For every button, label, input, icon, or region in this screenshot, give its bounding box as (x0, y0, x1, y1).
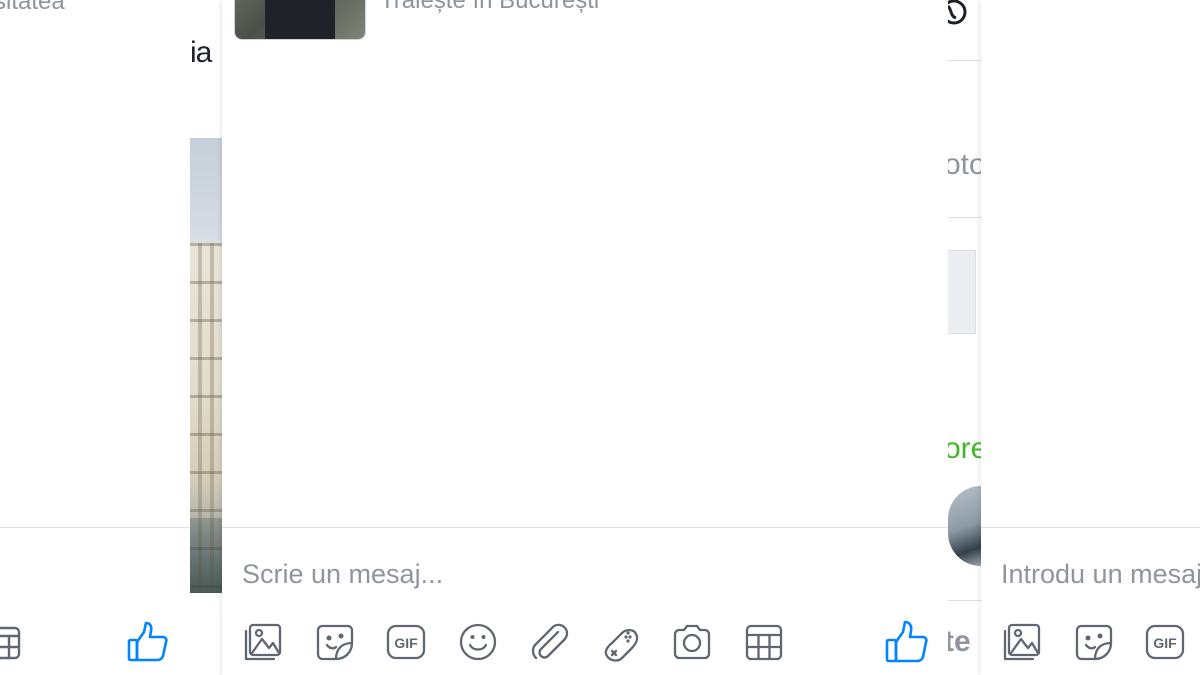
left-chat-thumbs-up-icon[interactable] (126, 620, 170, 664)
background-green-fragment: ore (948, 432, 981, 465)
background-bottom-fragment: te (948, 625, 971, 658)
sticker-icon[interactable] (312, 619, 358, 665)
screen: sitatea ia Trăiește în București Scrie u… (0, 0, 1200, 675)
right-composer-divider (981, 527, 1200, 528)
sticker-icon[interactable] (1071, 619, 1117, 665)
left-chat-plan-icon[interactable] (0, 622, 24, 662)
camera-icon[interactable] (669, 619, 715, 665)
attach-file-icon[interactable] (526, 619, 572, 665)
game-icon[interactable] (598, 619, 644, 665)
background-photo-fragment: oto (948, 148, 981, 181)
gif-icon[interactable]: GIF (383, 619, 429, 665)
background-divider (948, 60, 981, 61)
background-divider (948, 217, 981, 218)
globe-icon (948, 0, 970, 30)
plan-icon[interactable] (741, 619, 787, 665)
emoji-icon[interactable] (455, 619, 501, 665)
photo-icon[interactable] (999, 619, 1045, 665)
right-message-input[interactable] (1001, 552, 1200, 596)
svg-text:GIF: GIF (394, 635, 418, 651)
background-gray-box (948, 250, 976, 334)
photo-icon[interactable] (240, 619, 286, 665)
background-page-left-strip: ia (190, 0, 222, 675)
profile-lives-in: Trăiește în București (380, 0, 600, 14)
background-divider (948, 600, 981, 601)
background-heading-fragment: ia (190, 36, 212, 69)
profile-photo[interactable] (234, 0, 366, 40)
left-chat-top-text: sitatea (0, 0, 65, 15)
gif-icon[interactable]: GIF (1142, 619, 1188, 665)
background-building-photo (190, 138, 222, 593)
composer-divider (222, 527, 948, 528)
left-chat-window: sitatea (0, 0, 190, 675)
composer-toolbar: GIF (240, 619, 812, 665)
thumbs-up-icon[interactable] (884, 619, 930, 665)
right-composer-toolbar: GIF (999, 619, 1200, 665)
right-chat-window: GIF (981, 0, 1200, 675)
svg-text:GIF: GIF (1153, 635, 1177, 651)
background-page-right-strip: oto ore te (948, 0, 981, 675)
left-chat-divider (0, 527, 190, 528)
message-input[interactable] (242, 552, 902, 596)
center-chat-window: Trăiește în București Scrie un mesaj... … (222, 0, 948, 675)
avatar (948, 486, 981, 566)
